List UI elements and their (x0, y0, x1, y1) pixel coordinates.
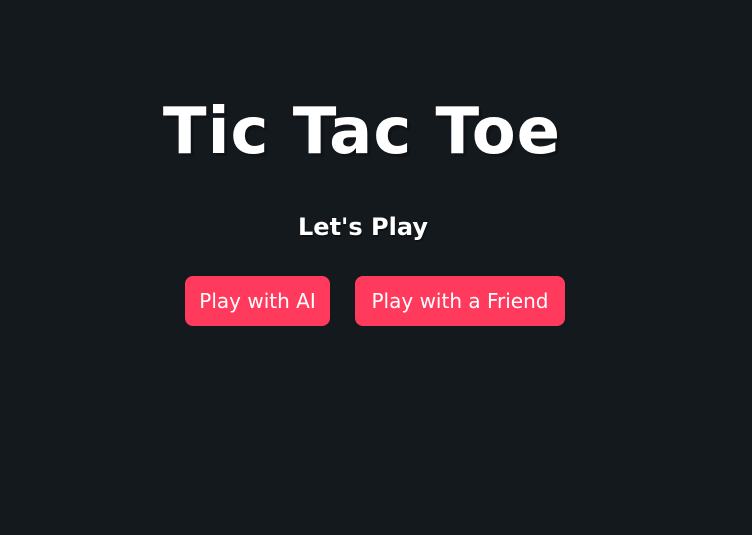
subtitle: Let's Play (298, 213, 428, 241)
play-with-friend-button[interactable]: Play with a Friend (355, 276, 565, 326)
play-with-ai-button[interactable]: Play with AI (185, 276, 330, 326)
start-screen: Tic Tac Toe Let's Play Play with AI Play… (0, 0, 752, 535)
game-title: Tic Tac Toe (162, 95, 562, 169)
